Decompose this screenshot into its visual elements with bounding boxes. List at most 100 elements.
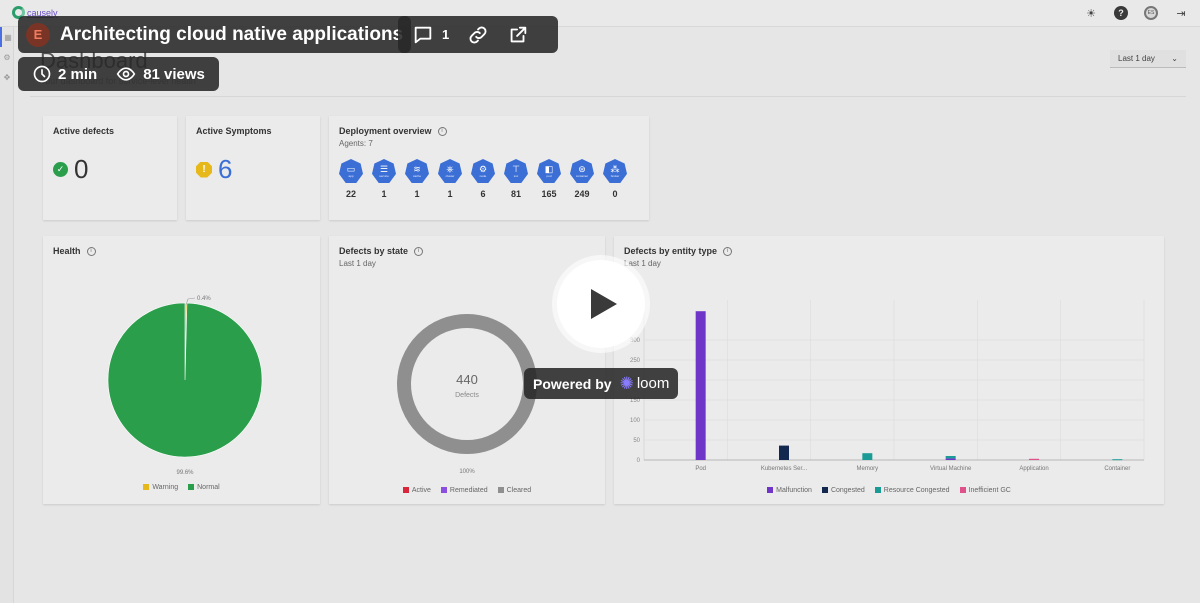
deployment-item-cluster[interactable]: ⎈ cluster 1 <box>438 159 462 199</box>
legend-item[interactable]: Cleared <box>497 487 531 494</box>
video-meta-bar: 2 min 81 views <box>18 57 219 91</box>
loom-logo-icon: ✺ <box>619 373 634 393</box>
legend-item[interactable]: Resource Congested <box>874 487 950 494</box>
entity-label: node <box>479 173 487 178</box>
video-duration: 2 min <box>58 65 98 83</box>
y-tick-label: 0 <box>637 458 641 464</box>
bar-resource-congested[interactable] <box>1112 459 1123 461</box>
deployment-item-pod[interactable]: ◧ pod 165 <box>537 159 561 199</box>
deployment-item-app[interactable]: ▭ app 22 <box>339 159 363 199</box>
active-defects-card[interactable]: Active defects ✓ 0 <box>43 116 177 220</box>
card-title: Health <box>53 246 81 256</box>
bar-inefficient-gc[interactable] <box>1029 458 1039 460</box>
legend-label: Warning <box>152 484 179 491</box>
legend-label: Inefficient GC <box>968 487 1011 494</box>
time-range-select[interactable]: Last 1 day ⌄ <box>1110 50 1186 68</box>
legend-item[interactable]: Congested <box>821 487 865 494</box>
deployment-count: 249 <box>574 189 590 199</box>
bar-malfunction[interactable] <box>695 311 706 460</box>
deployment-item-cache[interactable]: ≋ cache 1 <box>405 159 429 199</box>
legend-item[interactable]: Inefficient GC <box>959 487 1011 494</box>
help-icon[interactable]: ? <box>1114 6 1128 20</box>
info-icon[interactable]: i <box>414 246 424 256</box>
agents-count: Agents: 7 <box>339 139 373 148</box>
y-tick-label: 250 <box>630 358 641 364</box>
deployment-item-svc[interactable]: ⊤ svc 81 <box>504 159 528 199</box>
pie-slice-normal[interactable] <box>107 302 263 458</box>
legend-swatch <box>959 487 966 493</box>
info-icon[interactable]: i <box>437 126 447 136</box>
logout-icon[interactable]: ⇥ <box>1174 6 1188 20</box>
entity-glyph: ◧ <box>544 163 554 174</box>
y-tick-label: 100 <box>630 418 641 424</box>
checkmark-icon: ✓ <box>53 162 68 177</box>
bar-malfunction[interactable] <box>945 458 956 460</box>
entity-label: cache <box>412 173 421 178</box>
entity-glyph: ⊤ <box>512 163 520 174</box>
deployment-count: 22 <box>345 189 356 199</box>
play-button[interactable] <box>552 255 650 353</box>
entity-glyph: ☰ <box>379 163 389 174</box>
entity-glyph: ▭ <box>346 163 356 174</box>
deployment-item-container[interactable]: ⊛ container 249 <box>570 159 594 199</box>
info-icon[interactable]: i <box>723 246 733 256</box>
sidebar: ▦ ⚙ ✥ <box>0 27 14 603</box>
card-subtitle: Last 1 day <box>624 259 661 268</box>
x-tick-label: Container <box>1104 466 1130 472</box>
active-symptoms-value: 6 <box>218 154 233 184</box>
legend-item[interactable]: Malfunction <box>767 487 812 494</box>
pod-icon: ◧ pod <box>537 159 561 183</box>
legend-item[interactable]: Remediated <box>440 487 488 494</box>
comments-button[interactable]: 1 <box>412 24 449 46</box>
entity-label: pod <box>546 173 552 178</box>
service-icon: ☰ service <box>372 159 396 183</box>
info-icon[interactable]: i <box>86 246 96 256</box>
card-title: Deployment overview <box>339 126 432 136</box>
user-avatar[interactable]: ES <box>1144 6 1158 20</box>
sidebar-item-dashboard[interactable]: ▦ <box>0 27 14 47</box>
bar-resource-congested[interactable] <box>945 456 956 459</box>
eye-icon <box>116 67 136 81</box>
card-title: Defects by state <box>339 246 409 256</box>
deployment-count: 81 <box>510 189 521 199</box>
x-tick-label: Virtual Machine <box>930 466 972 472</box>
legend-item[interactable]: Warning <box>143 484 178 491</box>
open-external-icon[interactable] <box>507 24 529 46</box>
author-avatar[interactable]: E <box>26 22 50 47</box>
legend-swatch <box>143 484 150 490</box>
legend-item[interactable]: Active <box>402 487 431 494</box>
view-count: 81 views <box>143 65 205 83</box>
entity-label: cluster <box>445 173 455 178</box>
bar-resource-congested[interactable] <box>862 453 873 460</box>
legend-label: Normal <box>197 484 220 491</box>
video-title[interactable]: Architecting cloud native applications <box>60 24 403 46</box>
card-title: Active Symptoms <box>196 126 272 136</box>
deployment-count: 1 <box>381 189 387 199</box>
legend-label: Remediated <box>449 487 488 494</box>
warning-icon: ! <box>196 161 212 178</box>
active-symptoms-card[interactable]: Active Symptoms ! 6 <box>186 116 320 220</box>
theme-toggle-icon[interactable]: ☀ <box>1084 6 1098 20</box>
bar-congested[interactable] <box>779 445 789 460</box>
deployment-item-service[interactable]: ☰ service 1 <box>372 159 396 199</box>
comment-count: 1 <box>442 27 450 42</box>
deployment-item-broker[interactable]: ⁂ broker 0 <box>603 159 627 199</box>
y-tick-label: 50 <box>633 438 640 444</box>
slice-label-normal: 99.6% <box>176 470 194 476</box>
health-card: Health i 0.4% 99.6% Warning Normal <box>43 236 320 504</box>
app-icon: ▭ app <box>339 159 363 183</box>
entity-glyph: ≋ <box>413 163 421 174</box>
cluster-icon: ⎈ cluster <box>438 159 462 183</box>
powered-by-loom-badge[interactable]: Powered by ✺ loom <box>524 368 679 399</box>
donut-center-label: Defects <box>455 392 479 399</box>
entity-label: svc <box>513 173 519 178</box>
sidebar-item-settings[interactable]: ⚙ <box>0 47 14 67</box>
card-title: Active defects <box>53 126 115 136</box>
deployment-item-node[interactable]: ⚙ node 6 <box>471 159 495 199</box>
sidebar-item-topology[interactable]: ✥ <box>0 67 14 87</box>
copy-link-icon[interactable] <box>467 24 489 46</box>
svc-icon: ⊤ svc <box>504 159 528 183</box>
legend-item[interactable]: Normal <box>188 484 220 491</box>
settings-icon: ⚙ <box>3 52 11 62</box>
entity-label: service <box>379 173 389 178</box>
